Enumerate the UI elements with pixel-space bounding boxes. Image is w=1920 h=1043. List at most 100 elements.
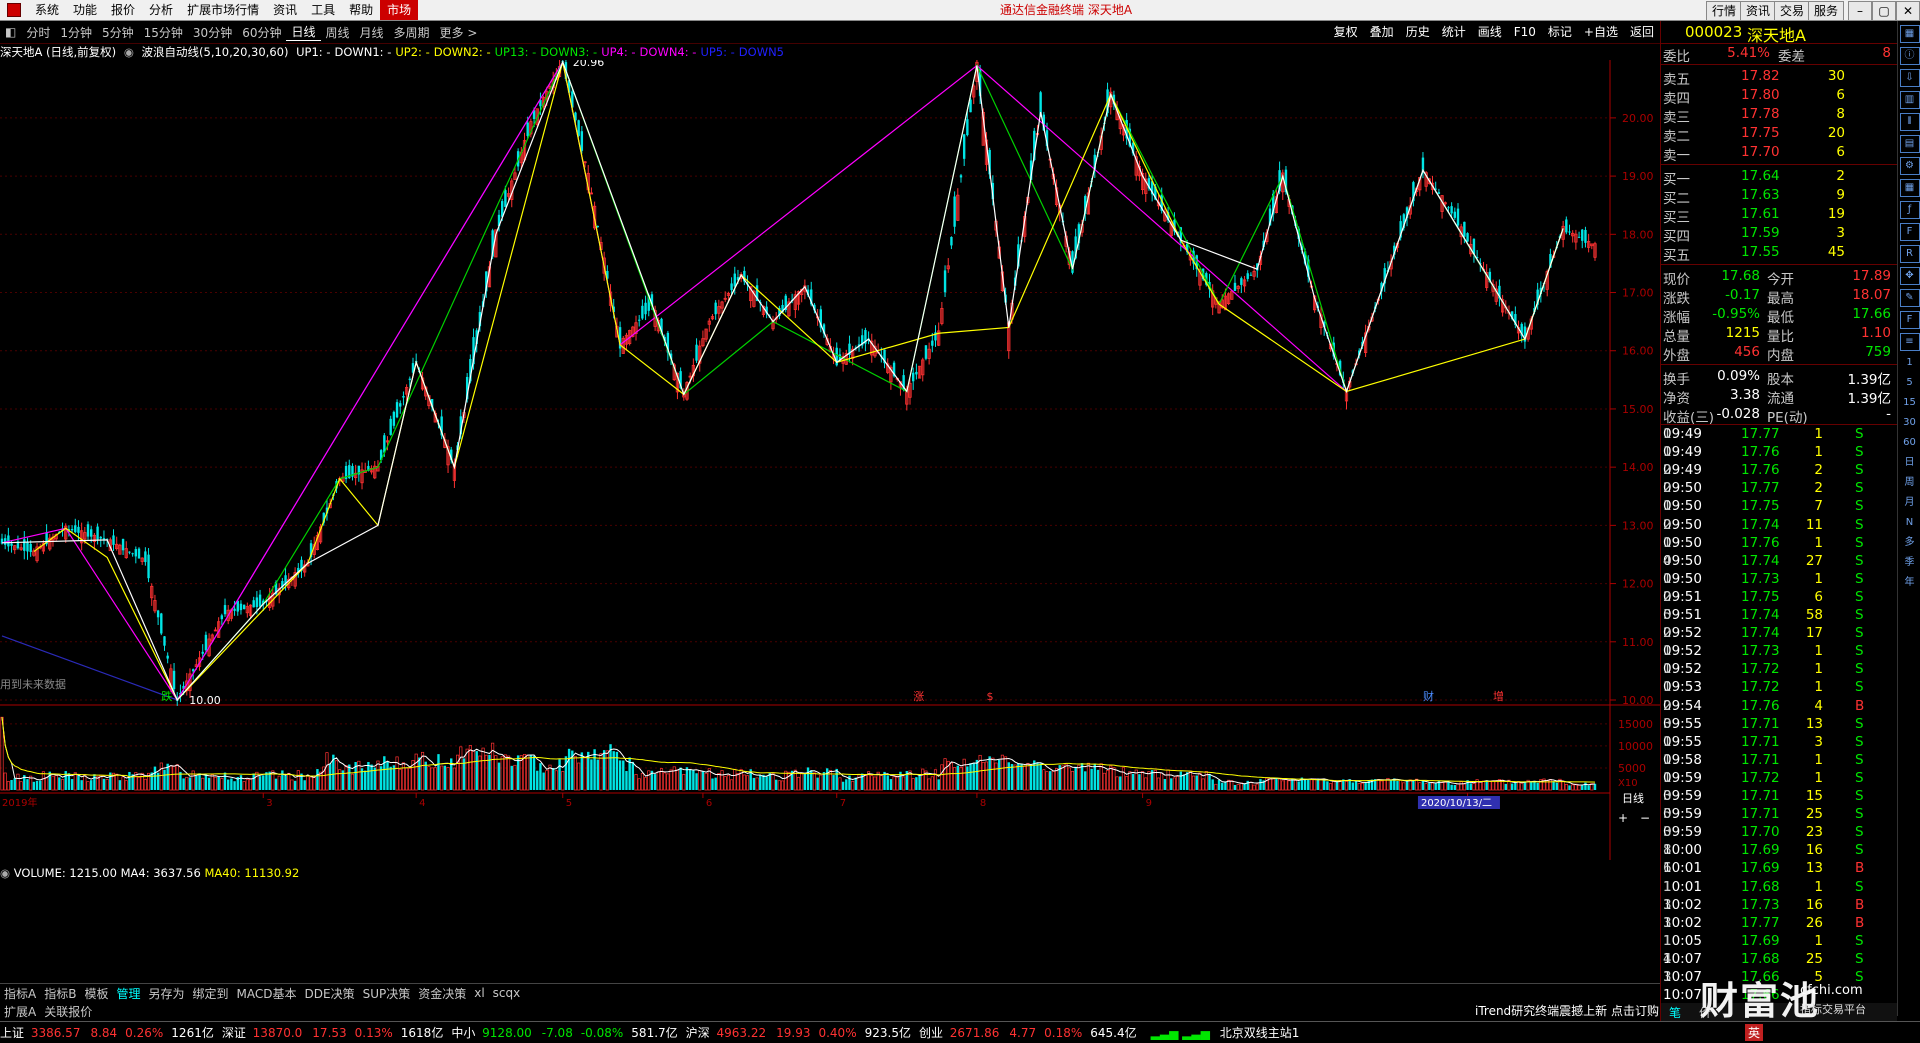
pen-icon[interactable]: ✎ — [1899, 289, 1920, 307]
indicator-name[interactable]: 波浪自动线(5,10,20,30,60) — [142, 45, 289, 59]
tab-15min[interactable]: 15分钟 — [139, 24, 188, 41]
indicator-tab[interactable]: MACD基本 — [233, 985, 301, 1002]
indicator-tab[interactable]: 资金决策 — [414, 985, 470, 1002]
zoom-in-icon[interactable]: + — [1618, 811, 1628, 825]
top-button-trade[interactable]: 交易 — [1774, 1, 1811, 21]
history-button[interactable]: 历史 — [1400, 21, 1436, 43]
period-shortcut[interactable]: N — [1901, 515, 1919, 531]
draw-button[interactable]: 画线 — [1472, 21, 1508, 43]
period-shortcut[interactable]: 5 — [1901, 375, 1919, 391]
top-button-service[interactable]: 服务 — [1808, 1, 1845, 21]
period-shortcut[interactable]: 日 — [1901, 455, 1919, 471]
tab-intraday[interactable]: 分时 — [21, 24, 55, 41]
close-icon[interactable]: ✕ — [1896, 1, 1920, 21]
kline-icon[interactable]: ⫴ — [1899, 113, 1920, 131]
indicator-tab[interactable]: DDE决策 — [301, 985, 359, 1002]
menu-item-market[interactable]: 市场 — [380, 0, 419, 20]
news-ticker[interactable]: iTrend研究终端震撼上新 点击订购 — [1475, 1002, 1659, 1019]
top-button-quote[interactable]: 行情 — [1706, 1, 1743, 21]
doc-icon[interactable]: ▤ — [1899, 135, 1920, 153]
event-marker[interactable]: 涨 — [913, 690, 924, 703]
restore-icon[interactable]: ▢ — [1872, 1, 1896, 21]
tab-related-quote[interactable]: 关联报价 — [40, 1003, 96, 1020]
period-shortcut[interactable]: 多 — [1901, 535, 1919, 551]
move-icon[interactable]: ✥ — [1899, 267, 1920, 285]
index-quote[interactable]: 沪深 4963.22 19.93 0.40% 923.5亿 — [686, 1024, 911, 1041]
info-icon[interactable]: ⓘ — [1899, 47, 1920, 65]
indicator-tab[interactable]: 管理 — [112, 985, 144, 1002]
menu-item-ext-market[interactable]: 扩展市场行情 — [180, 0, 266, 20]
indicator-tab[interactable]: scqx — [489, 986, 525, 1000]
grid-icon[interactable]: ▦ — [1899, 179, 1920, 197]
fuquan-button[interactable]: 复权 — [1328, 21, 1364, 43]
period-shortcut[interactable]: 季 — [1901, 555, 1919, 571]
ff-icon[interactable]: ƒ — [1899, 201, 1920, 219]
tab-60min[interactable]: 60分钟 — [237, 24, 286, 41]
indicator-tab[interactable]: 指标B — [40, 985, 80, 1002]
app-logo-icon[interactable] — [0, 0, 28, 20]
period-shortcut[interactable]: 周 — [1901, 475, 1919, 491]
indicator-tab[interactable]: xl — [470, 986, 488, 1000]
tab-weekly[interactable]: 周线 — [321, 24, 355, 41]
event-marker[interactable]: 财 — [1423, 689, 1434, 703]
tab-daily[interactable]: 日线 — [286, 23, 321, 41]
indicator-settings-icon[interactable]: ◉ — [124, 45, 134, 59]
index-quote[interactable]: 上证 3386.57 8.84 0.26% 1261亿 — [0, 1024, 214, 1041]
kline-chart[interactable]: 20.00 19.00 18.00 17.00 16.00 15.00 14.00 13.00… — [0, 60, 1660, 860]
tab-30min[interactable]: 30分钟 — [188, 24, 237, 41]
event-marker[interactable]: 增 — [1493, 689, 1504, 703]
tab-ext-a[interactable]: 扩展A — [0, 1003, 40, 1020]
stats-button[interactable]: 统计 — [1436, 21, 1472, 43]
bar-icon[interactable]: ▥ — [1899, 91, 1920, 109]
server-label[interactable]: 北京双线主站1 — [1220, 1024, 1300, 1041]
gear-icon[interactable]: ⚙ — [1899, 157, 1920, 175]
menu-item-help[interactable]: 帮助 — [342, 0, 380, 20]
f10-button[interactable]: F10 — [1508, 21, 1542, 43]
event-marker[interactable]: $ — [986, 690, 993, 703]
period-shortcut[interactable]: 1 — [1901, 355, 1919, 371]
zoom-out-icon[interactable]: − — [1640, 811, 1650, 825]
fs-icon[interactable]: F — [1899, 311, 1920, 329]
indicator-tab[interactable]: 另存为 — [144, 985, 188, 1002]
volume-bar — [561, 771, 565, 791]
minimize-icon[interactable]: – — [1848, 1, 1872, 21]
period-shortcut[interactable]: 30 — [1901, 415, 1919, 431]
tab-multi-period[interactable]: 多周期 — [389, 24, 435, 41]
index-quote[interactable]: 深证 13870.0 17.53 0.13% 1618亿 — [222, 1024, 443, 1041]
period-shortcut[interactable]: 15 — [1901, 395, 1919, 411]
index-quote[interactable]: 创业 2671.86 4.77 0.18% 645.4亿 — [919, 1024, 1137, 1041]
tab-5min[interactable]: 5分钟 — [97, 24, 139, 41]
ime-indicator[interactable]: 英 — [1745, 1024, 1764, 1041]
menu-item-tools[interactable]: 工具 — [304, 0, 342, 20]
indicator-tab[interactable]: 指标A — [0, 985, 40, 1002]
mark-button[interactable]: 标记 — [1542, 21, 1578, 43]
add-watchlist-button[interactable]: +自选 — [1578, 21, 1624, 43]
period-menu-icon[interactable]: ◧ — [0, 25, 21, 39]
arrow-icon[interactable]: ⇩ — [1899, 69, 1920, 87]
back-button[interactable]: 返回 — [1624, 21, 1660, 43]
panel-tab[interactable]: 笔 — [1669, 1004, 1681, 1021]
cal-icon[interactable]: ▦ — [1899, 25, 1920, 43]
period-shortcut[interactable]: 月 — [1901, 495, 1919, 511]
indicator-tab[interactable]: 绑定到 — [189, 985, 233, 1002]
volume-settings-icon[interactable]: ◉ — [0, 866, 10, 880]
period-shortcut[interactable]: 年 — [1901, 575, 1919, 591]
event-marker[interactable]: 跌 — [161, 689, 172, 703]
indicator-tab[interactable]: 模板 — [80, 985, 112, 1002]
f10-icon[interactable]: F — [1899, 223, 1920, 241]
top-button-news[interactable]: 资讯 — [1740, 1, 1777, 21]
menu-item-info[interactable]: 资讯 — [266, 0, 304, 20]
tab-monthly[interactable]: 月线 — [355, 24, 389, 41]
menu-item-system[interactable]: 系统 — [28, 0, 66, 20]
menu-item-analysis[interactable]: 分析 — [142, 0, 180, 20]
index-quote[interactable]: 中小 9128.00 -7.08 -0.08% 581.7亿 — [451, 1024, 677, 1041]
rsi-icon[interactable]: R — [1899, 245, 1920, 263]
tab-more[interactable]: 更多 > — [435, 24, 483, 41]
overlay-button[interactable]: 叠加 — [1364, 21, 1400, 43]
menu-item-function[interactable]: 功能 — [66, 0, 104, 20]
menu-item-quote[interactable]: 报价 — [104, 0, 142, 20]
indicator-tab[interactable]: SUP决策 — [359, 985, 415, 1002]
tab-1min[interactable]: 1分钟 — [55, 24, 97, 41]
period-shortcut[interactable]: 60 — [1901, 435, 1919, 451]
eq-icon[interactable]: ≡ — [1899, 333, 1920, 351]
